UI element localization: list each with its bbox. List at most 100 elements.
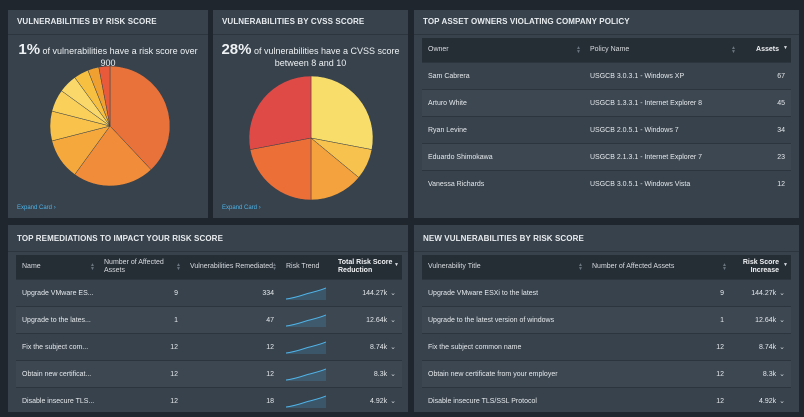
affected-assets-cell: 9 [586,279,730,307]
cvss-score-stat: 28% of vulnerabilities have a CVSS score… [217,41,404,69]
column-header-vulnerability-title[interactable]: Vulnerability Title ▲ ▼ [422,255,586,280]
new-vulnerabilities-table: Vulnerability Title ▲ ▼ Number of Affected… [422,255,791,414]
asset-owners-card: TOP ASSET OWNERS VIOLATING COMPANY POLIC… [414,10,799,218]
stat-text: of vulnerabilities have a risk score ove… [40,46,198,68]
expand-card-link[interactable]: Expand Card › [17,205,56,211]
table-row[interactable]: Upgrade to the latest version of windows… [422,306,791,334]
total-risk-score-reduction-cell: 144.27k ⌄ [332,279,402,307]
table-row[interactable]: Obtain new certificate from your employe… [422,360,791,388]
remediations-table: Name ▲ ▼ Number of Affected Assets ▲ ▼ Vulne… [16,255,402,414]
table-row[interactable]: Upgrade VMware ES... 9 334 144.27k ⌄ [16,279,402,307]
table-row[interactable]: Disable insecure TLS/SSL Protocol 12 4.92k… [422,387,791,414]
column-header-affected-assets[interactable]: Number of Affected Assets ▲ ▼ [98,255,184,280]
chevron-down-icon[interactable]: ⌄ [390,289,396,297]
sort-icon: ▲ ▼ [731,45,736,55]
assets-cell: 12 [739,170,791,197]
remediation-name-cell: Disable insecure TLS... [16,387,98,414]
column-header-risk-score-increase[interactable]: Risk Score Increase ▼ [730,255,791,280]
policy-name-cell: USGCB 2.1.3.1 - Internet Explorer 7 [584,143,739,171]
policy-name-cell: USGCB 3.0.3.1 - Windows XP [584,62,739,90]
risk-score-increase-cell: 12.64k ⌄ [730,306,791,334]
total-risk-score-reduction-cell: 4.92k ⌄ [332,387,402,414]
owner-cell: Sam Cabrera [422,62,584,90]
table-row[interactable]: Vanessa Richards USGCB 3.0.5.1 - Windows … [422,170,791,197]
column-header-policy-name[interactable]: Policy Name ▲ ▼ [584,38,739,63]
column-header-assets[interactable]: Assets ▼ [739,38,791,63]
table-row[interactable]: Ryan Levine USGCB 2.0.5.1 - Windows 7 34 [422,116,791,144]
table-row[interactable]: Arturo White USGCB 1.3.3.1 - Internet Exp… [422,89,791,117]
sort-icon: ▲ ▼ [576,45,581,55]
assets-cell: 45 [739,89,791,117]
table-row[interactable]: Upgrade to the lates... 1 47 12.64k ⌄ [16,306,402,334]
risk-score-increase-cell: 144.27k ⌄ [730,279,791,307]
pie-slice-4[interactable] [249,76,312,150]
stat-value: 1% [18,41,41,58]
card-title: TOP ASSET OWNERS VIOLATING COMPANY POLIC… [423,17,630,26]
assets-cell: 34 [739,116,791,144]
assets-cell: 67 [739,62,791,90]
stat-text: of vulnerabilities have a CVSS score [251,46,400,56]
stat-value: 28% [221,41,252,58]
risk-trend-cell [280,306,332,334]
vulnerability-title-cell: Obtain new certificate from your employe… [422,360,586,388]
table-row[interactable]: Fix the subject common name 12 8.74k ⌄ [422,333,791,361]
vulnerabilities-remediated-cell: 334 [184,279,280,307]
risk-trend-sparkline [286,287,326,300]
vulnerability-title-cell: Fix the subject common name [422,333,586,361]
owner-cell: Eduardo Shimokawa [422,143,584,171]
chevron-down-icon[interactable]: ⌄ [779,343,785,351]
column-header-name[interactable]: Name ▲ ▼ [16,255,98,280]
chevron-down-icon[interactable]: ⌄ [390,343,396,351]
chevron-down-icon[interactable]: ⌄ [390,397,396,405]
table-row[interactable]: Sam Cabrera USGCB 3.0.3.1 - Windows XP 67 [422,62,791,90]
sort-icon: ▲ ▼ [176,262,181,272]
affected-assets-cell: 12 [586,387,730,414]
sort-descending-icon: ▼ [783,262,788,268]
chevron-down-icon[interactable]: ⌄ [390,370,396,378]
affected-assets-cell: 12 [586,360,730,388]
chevron-down-icon[interactable]: ⌄ [779,289,785,297]
table-row[interactable]: Upgrade VMware ESXi to the latest 9 144.27… [422,279,791,307]
remediation-name-cell: Fix the subject com... [16,333,98,361]
total-risk-score-reduction-cell: 8.3k ⌄ [332,360,402,388]
table-row[interactable]: Disable insecure TLS... 12 18 4.92k ⌄ [16,387,402,414]
column-header-affected-assets[interactable]: Number of Affected Assets ▲ ▼ [586,255,730,280]
vulnerability-title-cell: Upgrade VMware ESXi to the latest [422,279,586,307]
table-row[interactable]: Fix the subject com... 12 12 8.74k ⌄ [16,333,402,361]
sort-descending-icon: ▼ [394,262,399,268]
cvss-score-pie-chart[interactable] [249,76,373,200]
policy-name-cell: USGCB 3.0.5.1 - Windows Vista [584,170,739,197]
card-title: NEW VULNERABILITIES BY RISK SCORE [423,234,584,243]
expand-card-link[interactable]: Expand Card › [222,205,261,211]
affected-assets-cell: 12 [98,360,184,388]
total-risk-score-reduction-cell: 12.64k ⌄ [332,306,402,334]
table-row[interactable]: Eduardo Shimokawa USGCB 2.1.3.1 - Interne… [422,143,791,171]
risk-trend-cell [280,387,332,414]
column-header-risk-trend: Risk Trend [280,255,332,280]
chevron-down-icon[interactable]: ⌄ [779,316,785,324]
pie-slice-0[interactable] [310,76,373,150]
stat-text-line-2: between 8 and 10 [274,58,347,68]
table-row[interactable]: Obtain new certificat... 12 12 8.3k ⌄ [16,360,402,388]
total-risk-score-reduction-cell: 8.74k ⌄ [332,333,402,361]
risk-trend-cell [280,279,332,307]
chevron-down-icon[interactable]: ⌄ [779,370,785,378]
risk-score-pie-chart[interactable] [50,66,170,186]
sort-descending-icon: ▼ [783,45,788,51]
remediations-card: TOP REMEDIATIONS TO IMPACT YOUR RISK SCO… [8,225,408,414]
vulnerabilities-remediated-cell: 12 [184,333,280,361]
risk-score-card: VULNERABILITIES BY RISK SCORE 1% of vuln… [8,10,208,218]
owner-cell: Arturo White [422,89,584,117]
chevron-down-icon[interactable]: ⌄ [779,397,785,405]
column-header-owner[interactable]: Owner ▲ ▼ [422,38,584,63]
policy-name-cell: USGCB 1.3.3.1 - Internet Explorer 8 [584,89,739,117]
column-header-vulnerabilities-remediated[interactable]: Vulnerabilities Remediated ▲ ▼ [184,255,280,280]
risk-score-increase-cell: 4.92k ⌄ [730,387,791,414]
affected-assets-cell: 1 [586,306,730,334]
policy-name-cell: USGCB 2.0.5.1 - Windows 7 [584,116,739,144]
divider [213,34,408,35]
card-title: TOP REMEDIATIONS TO IMPACT YOUR RISK SCO… [17,234,224,243]
column-header-total-risk-score-reduction[interactable]: Total Risk Score Reduction ▼ [332,255,402,280]
chevron-down-icon[interactable]: ⌄ [390,316,396,324]
owner-cell: Vanessa Richards [422,170,584,197]
